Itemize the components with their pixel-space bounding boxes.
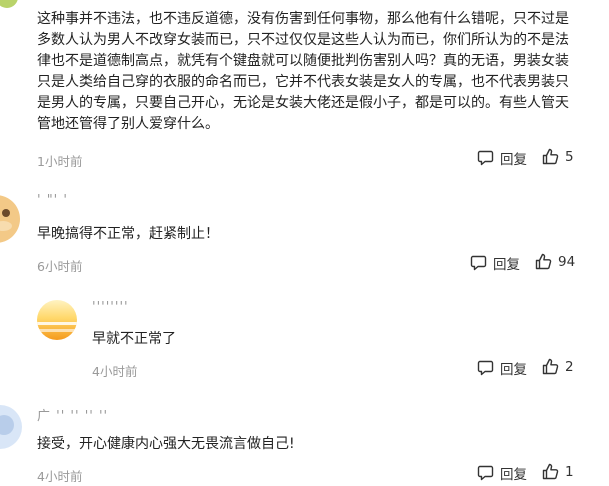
reply-button[interactable]: 回复 (477, 148, 527, 168)
speech-bubble-icon (477, 360, 494, 376)
comment-time: 6小时前 (37, 259, 83, 274)
username[interactable]: 广 '' '' '' '' (37, 405, 108, 424)
comment-time: 1小时前 (37, 154, 83, 169)
comment-line: 是男人的专属，只要自己开心，无论是女装大佬还是假小子，都是可以的。有些人管天 (37, 95, 569, 111)
like-count: 1 (565, 463, 574, 480)
thumbs-up-icon (542, 358, 559, 375)
comment-time: 4小时前 (37, 469, 83, 484)
like-button[interactable]: 5 (542, 148, 574, 165)
comment-text: 这种事并不违法，也不违反道德，没有伤害到任何事物，那么他有什么错呢，只不过是 多… (37, 9, 597, 135)
reply-label: 回复 (500, 152, 527, 168)
comment-text: 早就不正常了 (92, 331, 176, 347)
reply-button[interactable]: 回复 (477, 463, 527, 483)
comment-line: 多数人认为男人不改穿女装而已，只不过仅仅是这些人认为而已，你们所认为的不是法 (37, 32, 569, 48)
reply-button[interactable]: 回复 (477, 358, 527, 378)
avatar[interactable] (0, 405, 22, 449)
like-count: 94 (558, 253, 576, 270)
comment-line: 这种事并不违法，也不违反道德，没有伤害到任何事物，那么他有什么错呢，只不过是 (37, 11, 569, 27)
comment-time: 4小时前 (92, 364, 138, 379)
reply-label: 回复 (500, 362, 527, 378)
like-count: 2 (565, 358, 574, 375)
comment-line: 只是人类给自己穿的衣服的命名而已，它并不代表女装是女人的专属，也不代表男装只 (37, 74, 569, 90)
like-button[interactable]: 94 (535, 253, 575, 270)
avatar[interactable] (37, 300, 77, 340)
comment-line: 管地还管得了别人爱穿什么。 (37, 116, 219, 132)
comment-line: 律也不是道德制高点，就凭有个键盘就可以随便批判伤害别人吗？真的无语，男装女装 (37, 53, 569, 69)
comment-text: 早晚搞得不正常，赶紧制止！ (37, 226, 219, 242)
username[interactable]: ' "' ' (37, 193, 68, 208)
speech-bubble-icon (477, 465, 494, 481)
like-count: 5 (565, 148, 574, 165)
reply-button[interactable]: 回复 (470, 253, 520, 273)
like-button[interactable]: 1 (542, 463, 574, 480)
thumbs-up-icon (535, 253, 552, 270)
username[interactable]: '''''''' (92, 300, 129, 315)
thumbs-up-icon (542, 148, 559, 165)
comment-text: 接受，开心健康内心强大无畏流言做自己! (37, 436, 295, 452)
thumbs-up-icon (542, 463, 559, 480)
speech-bubble-icon (477, 150, 494, 166)
like-button[interactable]: 2 (542, 358, 574, 375)
avatar[interactable] (0, 0, 18, 8)
avatar[interactable] (0, 195, 20, 243)
speech-bubble-icon (470, 255, 487, 271)
reply-label: 回复 (500, 467, 527, 483)
reply-label: 回复 (493, 257, 520, 273)
